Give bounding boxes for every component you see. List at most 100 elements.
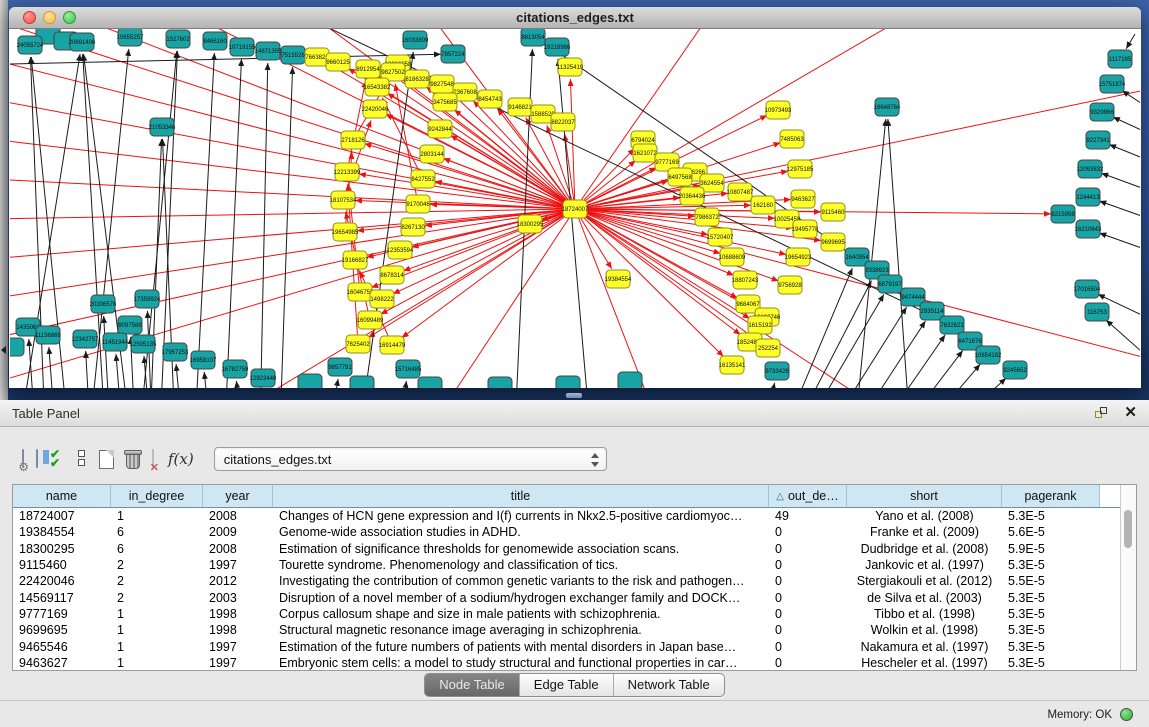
graph-node[interactable]: 19384554: [605, 270, 632, 288]
graph-edge[interactable]: [104, 316, 110, 388]
graph-edge[interactable]: [160, 51, 177, 388]
graph-node[interactable]: 19166827: [342, 251, 369, 269]
graph-edge[interactable]: [558, 59, 590, 388]
column-header-short[interactable]: short: [847, 485, 1002, 507]
graph-edge[interactable]: [260, 63, 268, 388]
graph-edge[interactable]: [450, 135, 575, 209]
graph-node[interactable]: 10807487: [727, 183, 754, 201]
graph-node[interactable]: 7515526: [281, 46, 305, 64]
graph-node[interactable]: [418, 377, 442, 388]
graph-node[interactable]: 8186328: [405, 70, 429, 88]
graph-node[interactable]: 16135141: [719, 356, 746, 374]
graph-node[interactable]: 7857224: [441, 45, 465, 63]
graph-node[interactable]: 2718126: [341, 131, 365, 149]
graph-node[interactable]: 19218986: [544, 38, 571, 56]
graph-node[interactable]: 162160: [751, 196, 775, 214]
graph-edge[interactable]: [1126, 34, 1135, 49]
column-header-in_degree[interactable]: in_degree: [111, 485, 203, 507]
minimize-traffic-light-icon[interactable]: [43, 11, 56, 24]
graph-edge[interactable]: [575, 209, 723, 357]
graph-edge[interactable]: [1106, 320, 1140, 359]
graph-node[interactable]: 9242844: [428, 120, 452, 138]
window-titlebar[interactable]: citations_edges.txt: [9, 7, 1141, 29]
graph-edge[interactable]: [765, 383, 775, 388]
graph-node[interactable]: 15716485: [395, 360, 422, 378]
graph-node[interactable]: 20364436: [679, 187, 706, 205]
graph-node[interactable]: 8466160: [203, 32, 227, 50]
network-canvas[interactable]: 2405572420691406106552571527602846616010…: [10, 29, 1140, 388]
graph-node[interactable]: 16543382: [364, 78, 391, 96]
graph-node[interactable]: 9857791: [328, 358, 352, 376]
graph-edge[interactable]: [1113, 117, 1140, 134]
graph-node[interactable]: 12093832: [1077, 160, 1104, 178]
graph-node[interactable]: 10654182: [975, 346, 1002, 364]
delete-table-icon[interactable]: ✕: [152, 450, 154, 468]
graph-node-hub[interactable]: 18724007: [562, 200, 589, 218]
graph-node[interactable]: 6879197: [878, 275, 902, 293]
graph-edge[interactable]: [1099, 201, 1140, 219]
graph-node[interactable]: 17016504: [1074, 280, 1101, 298]
delete-column-icon[interactable]: [126, 453, 140, 469]
graph-node[interactable]: 8813054: [521, 29, 545, 46]
graph-node[interactable]: 12213399: [334, 163, 361, 181]
graph-node[interactable]: 1117195: [1108, 50, 1132, 68]
graph-edge[interactable]: [10, 179, 575, 209]
graph-node[interactable]: 16782759: [222, 360, 249, 378]
graph-edge[interactable]: [1101, 173, 1140, 191]
column-header-year[interactable]: year: [203, 485, 273, 507]
column-header-name[interactable]: name: [13, 485, 111, 507]
graph-edge[interactable]: [1099, 233, 1140, 251]
graph-node[interactable]: 19495778: [792, 220, 819, 238]
graph-node[interactable]: 16648784: [874, 98, 901, 116]
graph-node[interactable]: 16210643: [1075, 220, 1102, 238]
graph-edge[interactable]: [575, 209, 779, 281]
graph-node[interactable]: 1621072: [633, 144, 657, 162]
table-row[interactable]: 977716911998Corpus callosum shape and si…: [13, 606, 1136, 622]
graph-edge[interactable]: [29, 339, 35, 388]
graph-node[interactable]: 7986372: [695, 208, 719, 226]
graph-edge[interactable]: [382, 98, 423, 179]
graph-edge[interactable]: [225, 59, 241, 388]
graph-node[interactable]: 12975185: [787, 160, 814, 178]
tab-edge-table[interactable]: Edge Table: [519, 674, 613, 696]
graph-node[interactable]: 116753: [1085, 303, 1109, 321]
graph-node[interactable]: 19654923: [785, 248, 812, 266]
graph-node[interactable]: 1244413: [1076, 188, 1100, 206]
graph-node[interactable]: 9329966: [1090, 103, 1114, 121]
graph-edge[interactable]: [830, 307, 907, 388]
graph-edge[interactable]: [575, 89, 1140, 209]
tab-network-table[interactable]: Network Table: [613, 674, 724, 696]
network-window[interactable]: citations_edges.txt 24055724206914061065…: [9, 7, 1141, 388]
table-source-select[interactable]: citations_edges.txt: [214, 447, 607, 471]
graph-node[interactable]: 16033809: [402, 31, 429, 49]
zoom-traffic-light-icon[interactable]: [63, 11, 76, 24]
graph-edge[interactable]: [1109, 144, 1140, 161]
graph-node[interactable]: 8454743: [478, 90, 502, 108]
unselect-all-icon[interactable]: [78, 449, 87, 469]
graph-edge[interactable]: [86, 351, 90, 388]
graph-node[interactable]: [618, 372, 642, 388]
select-all-icon[interactable]: ✔✔: [50, 449, 66, 469]
graph-node[interactable]: 7625402: [346, 335, 370, 353]
graph-node[interactable]: 9733426: [765, 362, 789, 380]
graph-node[interactable]: 8427552: [411, 170, 435, 188]
scrollbar-thumb[interactable]: [1124, 510, 1132, 548]
column-header-title[interactable]: title: [273, 485, 769, 507]
graph-node[interactable]: 9146821: [508, 98, 532, 116]
table-row[interactable]: 1830029562008Estimation of significance …: [13, 541, 1136, 557]
graph-node[interactable]: 12342757: [72, 330, 99, 348]
graph-edge[interactable]: [925, 364, 980, 388]
table-row[interactable]: 2242004622012Investigating the contribut…: [13, 573, 1136, 589]
graph-node[interactable]: 21053346: [149, 118, 176, 136]
graph-edge[interactable]: [880, 335, 945, 388]
table-settings-icon[interactable]: ⚙: [22, 450, 24, 468]
graph-node[interactable]: 22420046: [362, 100, 389, 118]
graph-node[interactable]: [488, 377, 512, 388]
table-row[interactable]: 946554611997Estimation of the future num…: [13, 638, 1136, 654]
graph-node[interactable]: 16958107: [190, 351, 217, 369]
table-row[interactable]: 969969511998Structural magnetic resonanc…: [13, 622, 1136, 638]
table-row[interactable]: 1872400712008Changes of HCN gene express…: [13, 508, 1136, 524]
graph-node[interactable]: 10688609: [719, 248, 746, 266]
graph-node[interactable]: 8912954: [356, 60, 380, 78]
new-column-icon[interactable]: [99, 450, 114, 469]
